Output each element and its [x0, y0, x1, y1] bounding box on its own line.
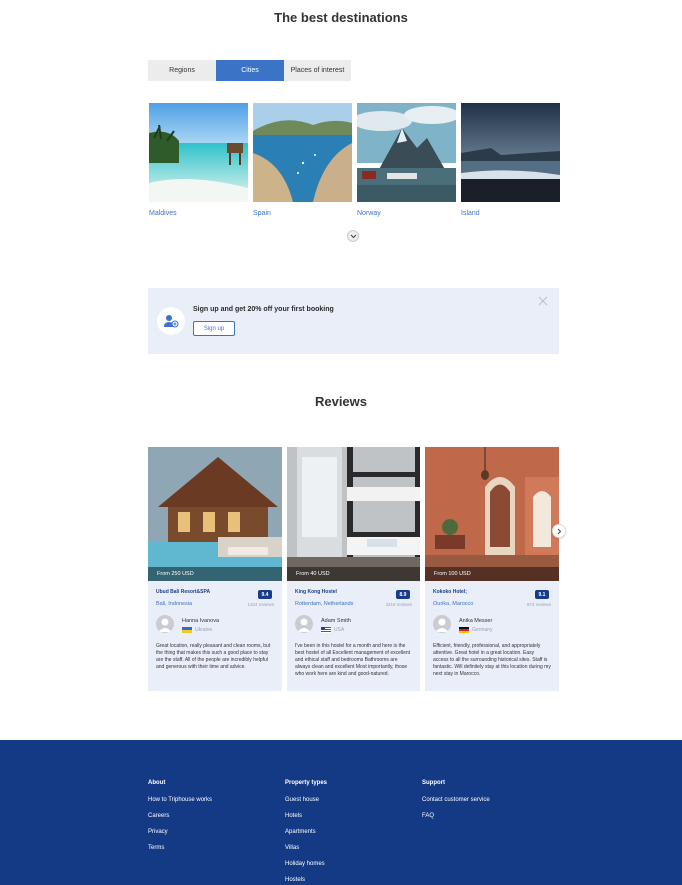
footer-link[interactable]: Hostels: [285, 877, 327, 883]
destination-card-spain[interactable]: Spain: [253, 103, 352, 217]
review-text: Efficient, friendly, professional, and a…: [433, 643, 551, 677]
footer-column-support: Support Contact customer service FAQ: [422, 780, 490, 829]
signup-icon-wrapper: [157, 307, 185, 335]
destination-card-maldives[interactable]: Maldives: [149, 103, 248, 217]
hotel-name[interactable]: Ubud Bali Resort&SPA: [156, 589, 210, 595]
reviewer-country: Ukraine: [195, 627, 213, 633]
footer-link[interactable]: Guest house: [285, 797, 327, 803]
review-card[interactable]: From 40 USD King Kong Hostel Rotterdam, …: [287, 447, 420, 691]
signup-banner: Sign up and get 20% off your first booki…: [148, 288, 559, 354]
footer-column-about: About How to Triphouse works Careers Pri…: [148, 780, 212, 861]
hotel-location[interactable]: Rotterdam, Netherlands: [295, 601, 353, 607]
tab-regions[interactable]: Regions: [148, 60, 216, 81]
destination-image-island[interactable]: [461, 103, 560, 202]
review-count: 1324 reviews: [247, 602, 274, 607]
signup-button[interactable]: Sign up: [193, 321, 235, 336]
footer-link[interactable]: Privacy: [148, 829, 212, 835]
footer-link[interactable]: Apartments: [285, 829, 327, 835]
tab-cities[interactable]: Cities: [216, 60, 284, 81]
price-label: From 100 USD: [425, 567, 559, 581]
destination-grid: Maldives Spain Norway Island: [149, 103, 560, 217]
footer-heading: Support: [422, 780, 445, 786]
add-user-icon: [164, 315, 179, 328]
reviewer-country: USA: [334, 627, 345, 633]
flag-ukraine-icon: [182, 627, 192, 633]
chevron-down-icon: [350, 234, 356, 238]
flag-usa-icon: [321, 627, 331, 633]
reviewer-name: Hanna Ivanova: [182, 618, 219, 624]
close-icon[interactable]: [538, 296, 548, 306]
rating-badge: 8.9: [396, 590, 410, 599]
chevron-right-icon: [557, 528, 561, 534]
destination-link-spain[interactable]: Spain: [253, 210, 352, 217]
rating-badge: 9.4: [258, 590, 272, 599]
reviewer-country: Germany: [472, 627, 493, 633]
review-card[interactable]: From 250 USD Ubud Bali Resort&SPA Bali, …: [148, 447, 282, 691]
footer-link[interactable]: Villas: [285, 845, 327, 851]
reviewer-name: Anika Messer: [459, 618, 493, 624]
hotel-image[interactable]: From 40 USD: [287, 447, 420, 581]
destination-image-spain[interactable]: [253, 103, 352, 202]
footer-column-property-types: Property types Guest house Hotels Apartm…: [285, 780, 327, 885]
user-avatar-icon: [295, 615, 313, 633]
footer-link[interactable]: Holiday homes: [285, 861, 327, 867]
destination-tabs: Regions Cities Places of interest: [148, 60, 351, 81]
footer-link[interactable]: Hotels: [285, 813, 327, 819]
rating-badge: 9.1: [535, 590, 549, 599]
show-more-button[interactable]: [347, 230, 359, 242]
destinations-title: The best destinations: [274, 10, 408, 25]
reviewer-name: Adam Smith: [321, 618, 351, 624]
review-count: 3216 reviews: [385, 602, 412, 607]
tab-places-of-interest[interactable]: Places of interest: [284, 60, 351, 81]
footer-heading: About: [148, 780, 166, 786]
destination-card-island[interactable]: Island: [461, 103, 560, 217]
review-text: I've been in this hostel for a month and…: [295, 643, 411, 677]
reviews-title: Reviews: [314, 394, 368, 409]
footer-link[interactable]: Terms: [148, 845, 212, 851]
hotel-location[interactable]: Ourika, Marocco: [433, 601, 473, 607]
user-avatar-icon: [156, 615, 174, 633]
hotel-name[interactable]: Kokoko Hotel;: [433, 589, 467, 595]
footer-link[interactable]: How to Triphouse works: [148, 797, 212, 803]
carousel-next-button[interactable]: [552, 524, 566, 538]
hotel-image[interactable]: From 100 USD: [425, 447, 559, 581]
signup-message: Sign up and get 20% off your first booki…: [193, 306, 334, 313]
footer: About How to Triphouse works Careers Pri…: [0, 740, 682, 885]
destination-link-island[interactable]: Island: [461, 210, 560, 217]
hotel-name[interactable]: King Kong Hostel: [295, 589, 337, 595]
destination-image-maldives[interactable]: [149, 103, 248, 202]
destination-link-norway[interactable]: Norway: [357, 210, 456, 217]
destination-card-norway[interactable]: Norway: [357, 103, 456, 217]
footer-link[interactable]: Careers: [148, 813, 212, 819]
review-card[interactable]: From 100 USD Kokoko Hotel; Ourika, Maroc…: [425, 447, 559, 691]
destination-image-norway[interactable]: [357, 103, 456, 202]
footer-link[interactable]: FAQ: [422, 813, 490, 819]
price-label: From 40 USD: [287, 567, 420, 581]
reviews-carousel: From 250 USD Ubud Bali Resort&SPA Bali, …: [148, 447, 559, 691]
review-text: Great location, really pleasant and clea…: [156, 643, 271, 670]
price-label: From 250 USD: [148, 567, 282, 581]
user-avatar-icon: [433, 615, 451, 633]
flag-germany-icon: [459, 627, 469, 633]
review-count: 873 reviews: [526, 602, 551, 607]
footer-heading: Property types: [285, 780, 328, 786]
hotel-image[interactable]: From 250 USD: [148, 447, 282, 581]
destination-link-maldives[interactable]: Maldives: [149, 210, 248, 217]
footer-link[interactable]: Contact customer service: [422, 797, 490, 803]
hotel-location[interactable]: Bali, Indonesia: [156, 601, 192, 607]
